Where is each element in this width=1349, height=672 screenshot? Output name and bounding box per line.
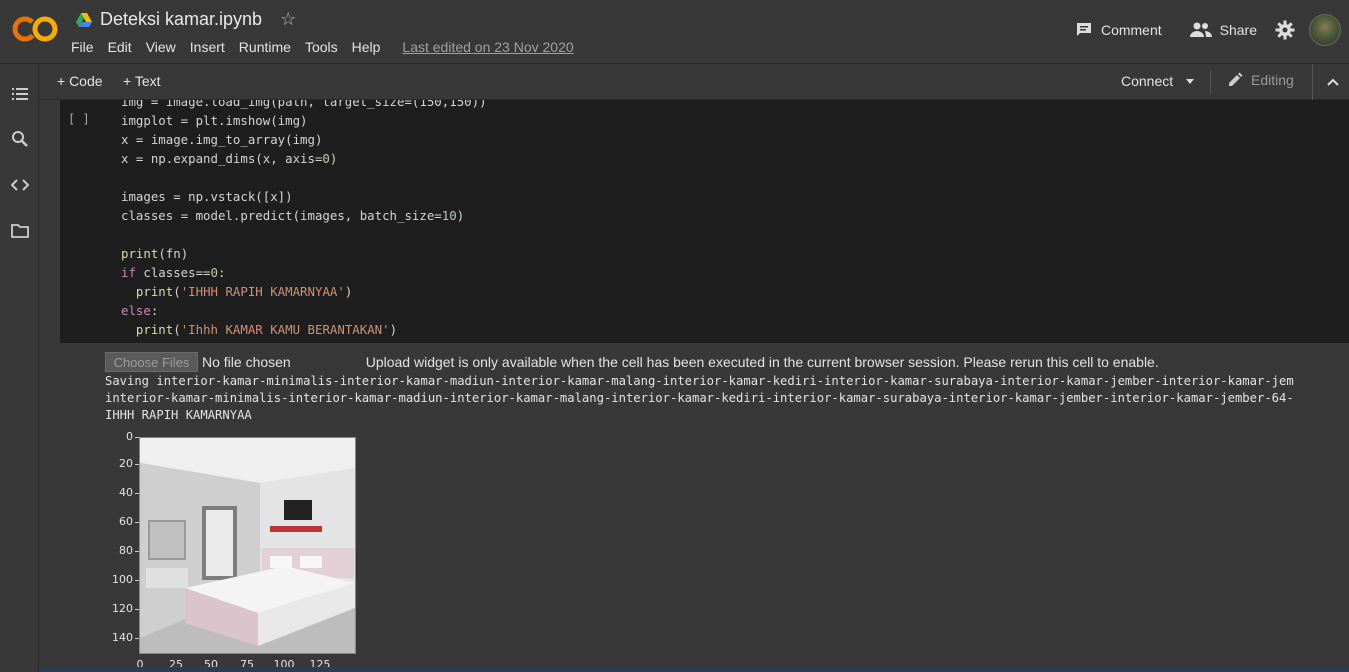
folder-icon[interactable] — [11, 222, 29, 240]
divider — [1210, 70, 1211, 94]
comment-button[interactable]: Comment — [1075, 21, 1162, 39]
horizontal-scrollbar[interactable] — [39, 667, 1349, 672]
y-tick-label: 140 — [105, 631, 139, 644]
comment-label: Comment — [1100, 22, 1162, 38]
title-row: Deteksi kamar.ipynb ☆ — [76, 9, 296, 30]
notebook-content: [ ] img = image.load_img(path, target_si… — [39, 100, 1349, 672]
search-icon[interactable] — [11, 130, 29, 148]
code-editor[interactable]: img = image.load_img(path, target_size=(… — [121, 100, 487, 339]
colab-logo[interactable] — [12, 14, 58, 44]
avatar[interactable] — [1309, 14, 1341, 46]
comment-icon — [1076, 23, 1091, 36]
pencil-icon — [1229, 72, 1243, 86]
add-code-button[interactable]: + Code — [57, 73, 103, 89]
bedroom-image — [139, 437, 356, 654]
y-tick-label: 60 — [105, 515, 139, 528]
editing-label: Editing — [1251, 72, 1294, 88]
drive-icon — [76, 12, 92, 27]
upload-message: Upload widget is only available when the… — [365, 354, 1159, 370]
toc-icon[interactable] — [11, 85, 29, 103]
menu-edit[interactable]: Edit — [108, 38, 139, 56]
share-label: Share — [1219, 22, 1257, 38]
filename-line: interior-kamar-minimalis-interior-kamar-… — [105, 391, 1294, 405]
menu-bar: File Edit View Insert Runtime Tools Help… — [71, 38, 588, 56]
last-edited-link[interactable]: Last edited on 23 Nov 2020 — [402, 38, 580, 56]
y-tick-label: 120 — [105, 602, 139, 615]
choose-files-button[interactable]: Choose Files — [105, 352, 198, 372]
y-tick-label: 100 — [105, 573, 139, 586]
add-text-button[interactable]: + Text — [123, 73, 161, 89]
y-tick-label: 40 — [105, 486, 139, 499]
upload-widget: Choose Files No file chosen Upload widge… — [105, 352, 1159, 372]
share-button[interactable]: Share — [1189, 22, 1257, 38]
result-line: IHHH RAPIH KAMARNYAA — [105, 408, 252, 422]
image-plot: 0 20 40 60 80 100 120 140 0 25 50 75 100… — [105, 430, 375, 672]
menu-tools[interactable]: Tools — [305, 38, 345, 56]
app-header: Deteksi kamar.ipynb ☆ File Edit View Ins… — [0, 0, 1349, 64]
no-file-label: No file chosen — [202, 354, 291, 370]
star-icon[interactable]: ☆ — [280, 9, 296, 30]
saving-line: Saving interior-kamar-minimalis-interior… — [105, 374, 1294, 388]
chevron-up-icon[interactable] — [1326, 75, 1340, 89]
y-tick-label: 0 — [105, 430, 139, 443]
editing-mode-button[interactable]: Editing — [1227, 72, 1294, 88]
menu-runtime[interactable]: Runtime — [239, 38, 298, 56]
menu-help[interactable]: Help — [352, 38, 388, 56]
chevron-down-icon[interactable] — [1186, 79, 1194, 84]
code-cell[interactable]: [ ] img = image.load_img(path, target_si… — [60, 100, 1349, 343]
menu-file[interactable]: File — [71, 38, 101, 56]
y-tick-label: 20 — [105, 457, 139, 470]
run-cell-button[interactable]: [ ] — [68, 112, 90, 126]
code-snippets-icon[interactable] — [11, 176, 29, 194]
header-actions: Comment Share — [1075, 14, 1349, 46]
left-sidebar — [0, 64, 39, 672]
y-tick-label: 80 — [105, 544, 139, 557]
gear-icon[interactable] — [1275, 20, 1295, 40]
menu-insert[interactable]: Insert — [190, 38, 232, 56]
divider — [1312, 64, 1313, 100]
menu-view[interactable]: View — [146, 38, 183, 56]
output-text: Saving interior-kamar-minimalis-interior… — [105, 373, 1349, 424]
bedroom-picture — [140, 438, 355, 653]
notebook-toolbar: + Code + Text Connect Editing — [39, 64, 1349, 100]
notebook-title[interactable]: Deteksi kamar.ipynb — [100, 9, 262, 30]
connect-button[interactable]: Connect — [1121, 73, 1173, 89]
people-icon — [1189, 22, 1212, 37]
